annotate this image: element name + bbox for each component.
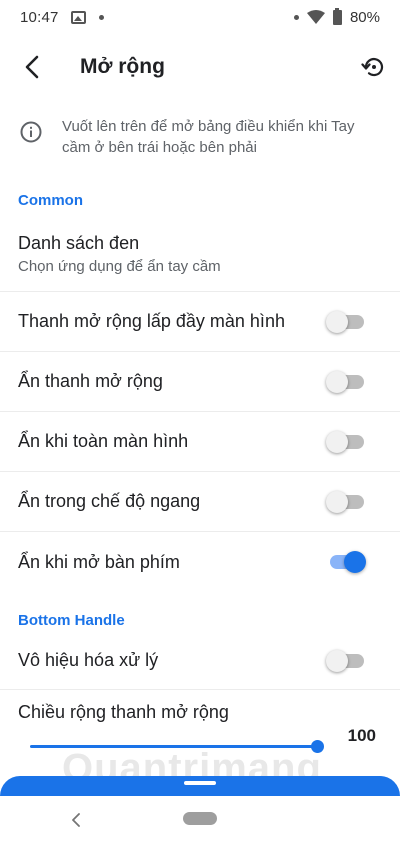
fill-screen-toggle[interactable] bbox=[326, 307, 374, 337]
section-header-common: Common bbox=[18, 192, 83, 209]
battery-percent: 80% bbox=[349, 8, 380, 26]
handle-width-setting: Chiều rộng thanh mở rộng bbox=[0, 690, 400, 734]
arrow-back-icon bbox=[25, 55, 39, 79]
hide-fullscreen-label: Ẩn khi toàn màn hình bbox=[18, 431, 189, 451]
chevron-left-icon bbox=[72, 813, 80, 827]
back-button[interactable] bbox=[0, 34, 64, 100]
wifi-icon bbox=[306, 10, 325, 24]
hide-landscape-toggle[interactable] bbox=[326, 487, 374, 517]
page-title: Mở rộng bbox=[80, 55, 165, 78]
section-header-bottom-handle: Bottom Handle bbox=[18, 612, 125, 629]
history-icon bbox=[361, 58, 384, 77]
system-nav-bar bbox=[0, 796, 400, 844]
hide-landscape-setting[interactable]: Ẩn trong chế độ ngang bbox=[0, 472, 400, 532]
sheet-drag-handle[interactable] bbox=[184, 781, 216, 785]
handle-width-label: Chiều rộng thanh mở rộng bbox=[18, 702, 229, 722]
hide-landscape-label: Ẩn trong chế độ ngang bbox=[18, 491, 201, 511]
blacklist-sublabel: Chọn ứng dụng để ẩn tay cầm bbox=[18, 257, 221, 275]
info-banner: Vuốt lên trên để mở bảng điều khiển khi … bbox=[0, 102, 400, 166]
battery-icon bbox=[332, 7, 342, 25]
notification-dot-icon bbox=[293, 14, 299, 20]
hide-fullscreen-toggle[interactable] bbox=[326, 427, 374, 457]
slider-value: 100 bbox=[347, 726, 376, 745]
hide-fullscreen-setting[interactable]: Ẩn khi toàn màn hình bbox=[0, 412, 400, 472]
hide-keyboard-label: Ẩn khi mở bàn phím bbox=[18, 551, 180, 572]
nav-home-pill[interactable] bbox=[183, 812, 217, 825]
blacklist-setting[interactable]: Danh sách đen Chọn ứng dụng để ẩn tay cầ… bbox=[0, 216, 400, 292]
fill-screen-setting[interactable]: Thanh mở rộng lấp đầy màn hình bbox=[0, 292, 400, 352]
bottom-sheet-panel[interactable] bbox=[0, 776, 400, 796]
nav-back-button[interactable] bbox=[64, 808, 88, 832]
restore-defaults-button[interactable] bbox=[346, 34, 400, 100]
info-icon-wrap bbox=[0, 116, 62, 143]
disable-handle-toggle[interactable] bbox=[326, 646, 374, 676]
disable-handle-setting[interactable]: Vô hiệu hóa xử lý bbox=[0, 632, 400, 690]
blacklist-label: Danh sách đen bbox=[18, 232, 140, 253]
info-icon bbox=[20, 121, 42, 143]
disable-handle-label: Vô hiệu hóa xử lý bbox=[18, 650, 159, 670]
hide-keyboard-toggle[interactable] bbox=[326, 547, 374, 577]
hide-handle-label: Ẩn thanh mở rộng bbox=[18, 371, 163, 391]
status-time: 10:47 bbox=[20, 8, 59, 26]
notification-dot-icon bbox=[98, 14, 104, 20]
info-text: Vuốt lên trên để mở bảng điều khiển khi … bbox=[62, 118, 355, 156]
hide-handle-toggle[interactable] bbox=[326, 367, 374, 397]
hide-handle-setting[interactable]: Ẩn thanh mở rộng bbox=[0, 352, 400, 412]
status-right-group: 80% bbox=[293, 7, 380, 26]
image-notification-icon bbox=[70, 10, 86, 24]
status-bar: 10:47 80% bbox=[0, 0, 400, 34]
hide-keyboard-setting[interactable]: Ẩn khi mở bàn phím bbox=[0, 532, 400, 592]
app-bar: Mở rộng bbox=[0, 34, 400, 100]
fill-screen-label: Thanh mở rộng lấp đầy màn hình bbox=[18, 311, 285, 331]
